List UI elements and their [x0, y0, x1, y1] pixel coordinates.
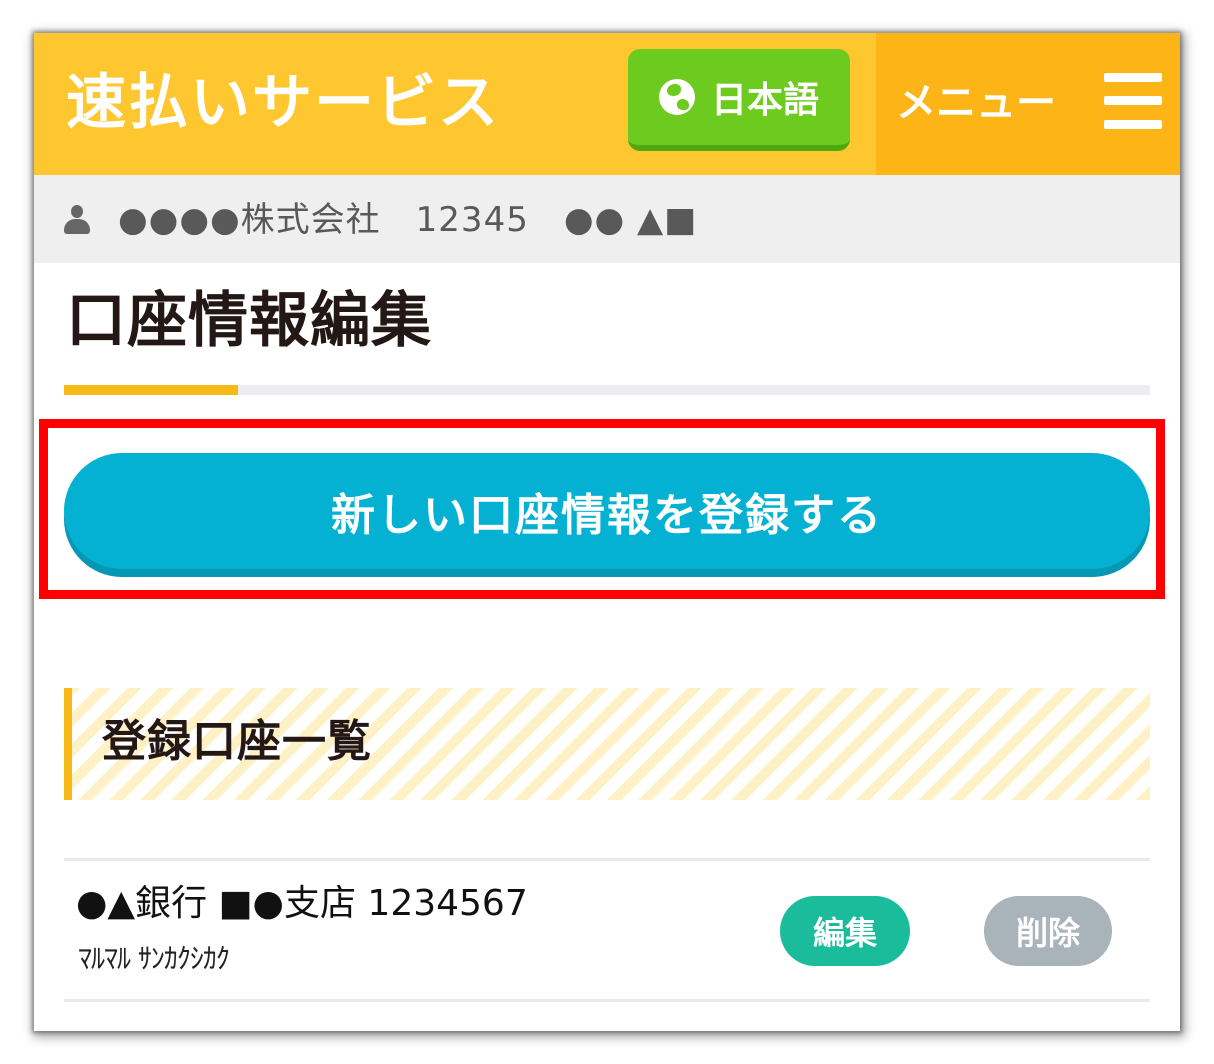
list-divider-bottom [64, 999, 1150, 1002]
language-label: 日本語 [710, 80, 819, 121]
account-list-heading: 登録口座一覧 [102, 716, 372, 767]
header: 速払いサービス 日本語 メニュー [34, 33, 1180, 175]
user-icon [64, 205, 90, 235]
user-info-bar: ●●●●株式会社 12345 ●● ▲■ [34, 175, 1180, 263]
account-holder-kana: ﾏﾙﾏﾙ ｻﾝｶｸｼｶｸ [78, 942, 230, 975]
globe-icon [658, 79, 695, 115]
delete-button[interactable]: 削除 [984, 896, 1112, 966]
menu-button[interactable]: メニュー [876, 33, 1180, 175]
hamburger-icon [1104, 73, 1162, 129]
user-info-text: ●●●●株式会社 12345 ●● ▲■ [118, 200, 698, 240]
account-list-section-header: 登録口座一覧 [64, 688, 1150, 800]
menu-label: メニュー [896, 80, 1056, 126]
account-bank-info: ●▲銀行 ■●支店 1234567 [76, 883, 528, 924]
app-frame: 速払いサービス 日本語 メニュー ●●●●株式会社 12345 ●● ▲■ 口座… [34, 33, 1180, 1031]
list-divider-top [64, 858, 1150, 861]
language-button[interactable]: 日本語 [628, 49, 850, 151]
edit-button[interactable]: 編集 [780, 896, 910, 966]
register-new-account-button[interactable]: 新しい口座情報を登録する [64, 453, 1150, 569]
title-underline-progress [64, 385, 1150, 395]
app-title: 速払いサービス [66, 68, 500, 138]
title-underline-progress-fill [64, 385, 238, 395]
page-title: 口座情報編集 [66, 286, 432, 356]
